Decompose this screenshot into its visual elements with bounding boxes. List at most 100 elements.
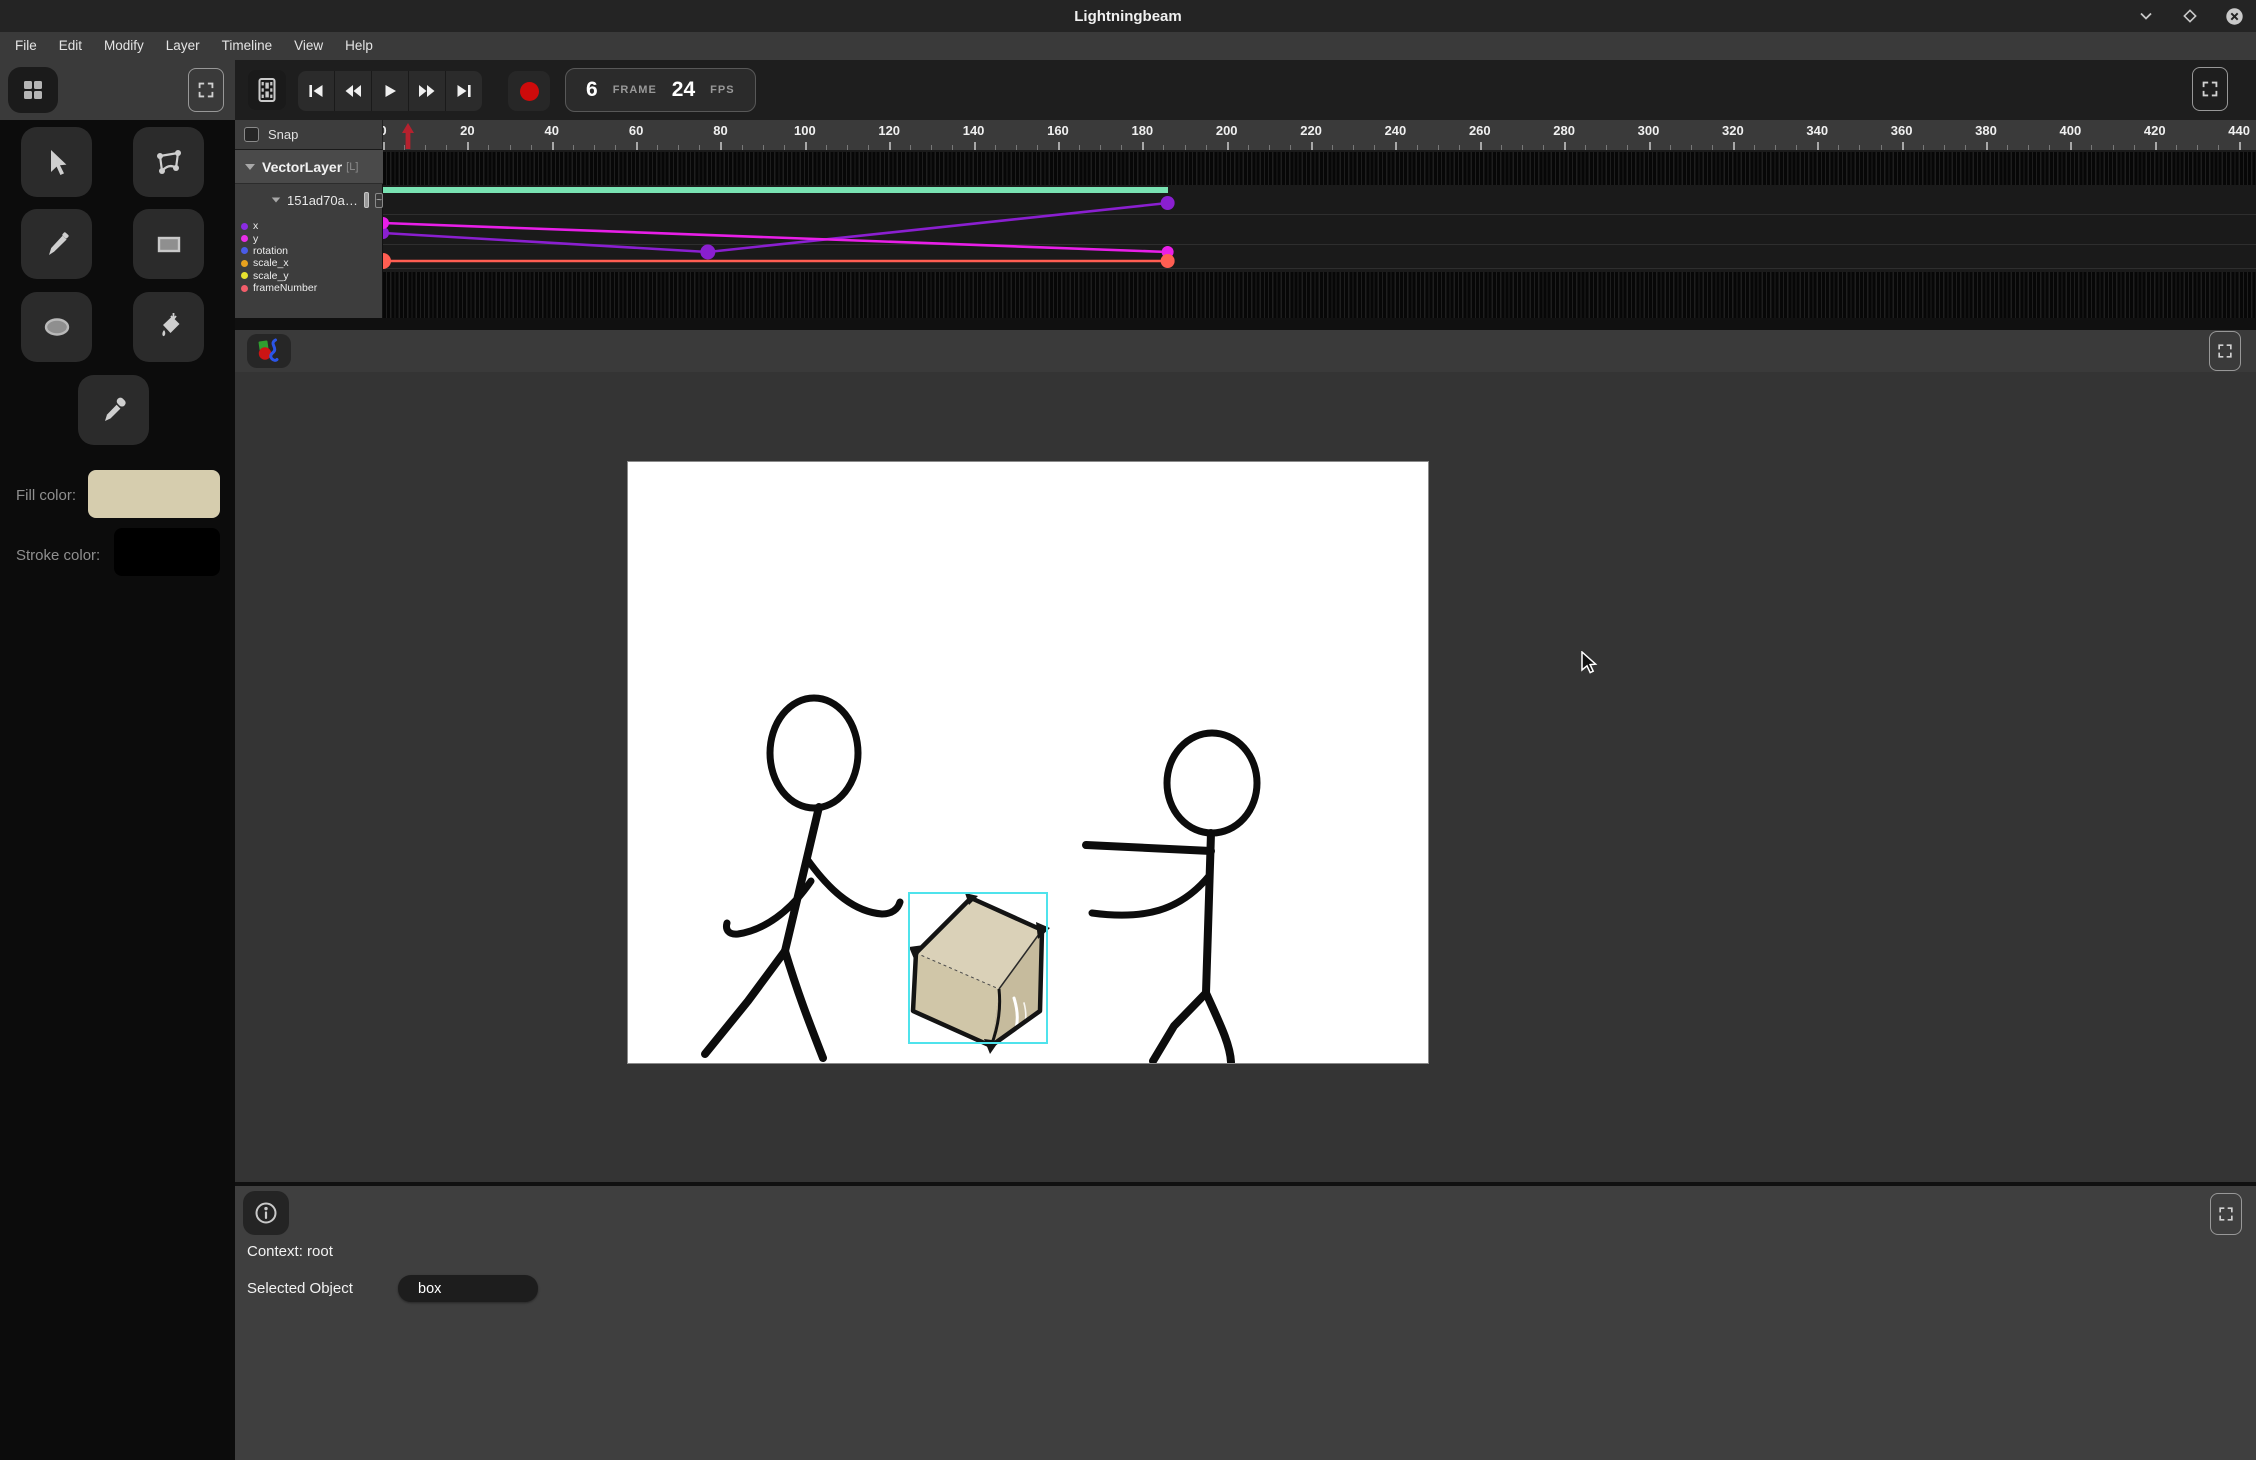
keyframe-x[interactable] <box>700 245 715 260</box>
maximize-diamond-icon[interactable] <box>2180 6 2200 26</box>
menu-item-layer[interactable]: Layer <box>155 32 211 60</box>
select-tool-button[interactable] <box>21 127 92 197</box>
fast-forward-button[interactable] <box>409 71 446 111</box>
panel-grid-button[interactable] <box>8 67 58 113</box>
skip-start-icon <box>306 83 326 99</box>
rewind-button[interactable] <box>335 71 372 111</box>
snap-checkbox[interactable] <box>244 127 259 142</box>
fill-color-label: Fill color: <box>16 487 76 504</box>
selected-object-field[interactable]: box <box>398 1275 538 1302</box>
figure-right-arm-curved <box>1092 876 1209 915</box>
close-icon[interactable] <box>2224 6 2244 26</box>
fullscreen-icon <box>195 79 217 101</box>
rectangle-tool-button[interactable] <box>133 209 204 279</box>
fps-label: FPS <box>710 84 734 96</box>
ruler-label: 180 <box>1131 123 1153 138</box>
minimize-chevron-icon[interactable] <box>2136 6 2156 26</box>
menu-item-edit[interactable]: Edit <box>48 32 93 60</box>
stroke-color-label: Stroke color: <box>16 547 100 564</box>
stroke-color-swatch[interactable] <box>114 528 220 576</box>
play-button[interactable] <box>372 71 409 111</box>
layer-name: VectorLayer <box>262 159 342 175</box>
property-name: scale_y <box>253 270 289 282</box>
keyframe-frameNumber[interactable] <box>1161 254 1175 268</box>
skip-to-end-button[interactable] <box>446 71 482 111</box>
timeline-property-scale_x[interactable]: scale_x <box>235 257 383 269</box>
info-button[interactable] <box>243 1191 289 1235</box>
tools-fullscreen-button[interactable] <box>188 68 224 112</box>
box-object[interactable] <box>909 893 1050 1054</box>
figure-left-leg-back <box>785 951 823 1058</box>
ruler-label: 200 <box>1216 123 1238 138</box>
timeline-property-frameNumber[interactable]: frameNumber <box>235 282 383 294</box>
ellipse-tool-button[interactable] <box>21 292 92 362</box>
fullscreen-icon <box>2199 78 2221 100</box>
object-row[interactable]: 151ad70a… ~ <box>235 186 383 214</box>
inspector-fullscreen-button[interactable] <box>2210 1193 2242 1235</box>
titlebar: Lightningbeam <box>0 0 2256 32</box>
pencil-icon <box>41 228 73 260</box>
pencil-tool-button[interactable] <box>21 209 92 279</box>
window-title: Lightningbeam <box>1074 8 1182 25</box>
canvas-fullscreen-button[interactable] <box>2209 331 2241 371</box>
timeline-property-x[interactable]: x <box>235 220 383 232</box>
keyframe-x[interactable] <box>1161 196 1175 210</box>
canvas-panel <box>235 330 2256 1182</box>
ruler-major-tick <box>1142 142 1144 150</box>
fullscreen-icon <box>2216 1204 2236 1224</box>
tool-sidebar-header <box>0 60 235 120</box>
ruler-label: 300 <box>1638 123 1660 138</box>
menu-item-modify[interactable]: Modify <box>93 32 155 60</box>
ruler-major-tick <box>2155 142 2157 150</box>
property-name: x <box>253 220 258 232</box>
timeline-property-scale_y[interactable]: scale_y <box>235 270 383 282</box>
property-color-dot <box>241 247 248 254</box>
ruler-label: 40 <box>545 123 559 138</box>
property-name: y <box>253 233 258 245</box>
keyframe-frameNumber[interactable] <box>383 253 391 269</box>
film-strip-icon <box>256 77 278 103</box>
menu-item-help[interactable]: Help <box>334 32 384 60</box>
transform-tool-button[interactable] <box>133 127 204 197</box>
keyframe-y[interactable] <box>383 217 389 229</box>
layer-expander-icon[interactable] <box>245 164 255 170</box>
ruler-label: 360 <box>1891 123 1913 138</box>
layer-row-vectorlayer[interactable]: VectorLayer [L] <box>235 150 383 184</box>
timeline-fullscreen-button[interactable] <box>2192 67 2228 111</box>
animation-curves <box>383 150 2256 318</box>
stick-figure-left[interactable] <box>705 698 900 1058</box>
paint-bucket-tool-button[interactable] <box>133 292 204 362</box>
ruler-label: 380 <box>1975 123 1997 138</box>
timeline-track[interactable] <box>383 150 2256 318</box>
shapes-button[interactable] <box>247 334 291 368</box>
property-color-dot <box>241 260 248 267</box>
figure-right-leg-left <box>1153 993 1206 1061</box>
eyedropper-tool-button[interactable] <box>78 375 149 445</box>
menu-item-view[interactable]: View <box>283 32 334 60</box>
timeline-ruler[interactable]: 0204060801001201401601802002202402602803… <box>383 120 2256 151</box>
object-expander-icon[interactable] <box>272 197 281 202</box>
timeline-property-y[interactable]: y <box>235 232 383 244</box>
grid-icon <box>21 78 45 102</box>
menu-item-file[interactable]: File <box>4 32 48 60</box>
fill-color-swatch[interactable] <box>88 470 220 518</box>
menu-item-timeline[interactable]: Timeline <box>211 32 284 60</box>
ruler-major-tick <box>889 142 891 150</box>
stick-figure-right[interactable] <box>1086 733 1257 1062</box>
rewind-icon <box>343 83 363 99</box>
object-color-swatch-button[interactable] <box>364 192 369 208</box>
canvas-area[interactable] <box>235 372 2256 1182</box>
object-curve-toggle-button[interactable]: ~ <box>375 193 383 208</box>
fast-forward-icon <box>417 83 437 99</box>
timeline-property-rotation[interactable]: rotation <box>235 245 383 257</box>
stage[interactable] <box>628 462 1428 1063</box>
app-window: Lightningbeam FileEditModifyLayerTimelin… <box>0 0 2256 1460</box>
ellipse-icon <box>40 310 74 344</box>
ruler-major-tick <box>636 142 638 150</box>
skip-to-start-button[interactable] <box>298 71 335 111</box>
ruler-major-tick <box>1902 142 1904 150</box>
cursor-icon <box>41 146 73 178</box>
timeline-film-button[interactable] <box>248 70 286 110</box>
ruler-major-tick <box>1733 142 1735 150</box>
record-button[interactable] <box>508 71 550 111</box>
